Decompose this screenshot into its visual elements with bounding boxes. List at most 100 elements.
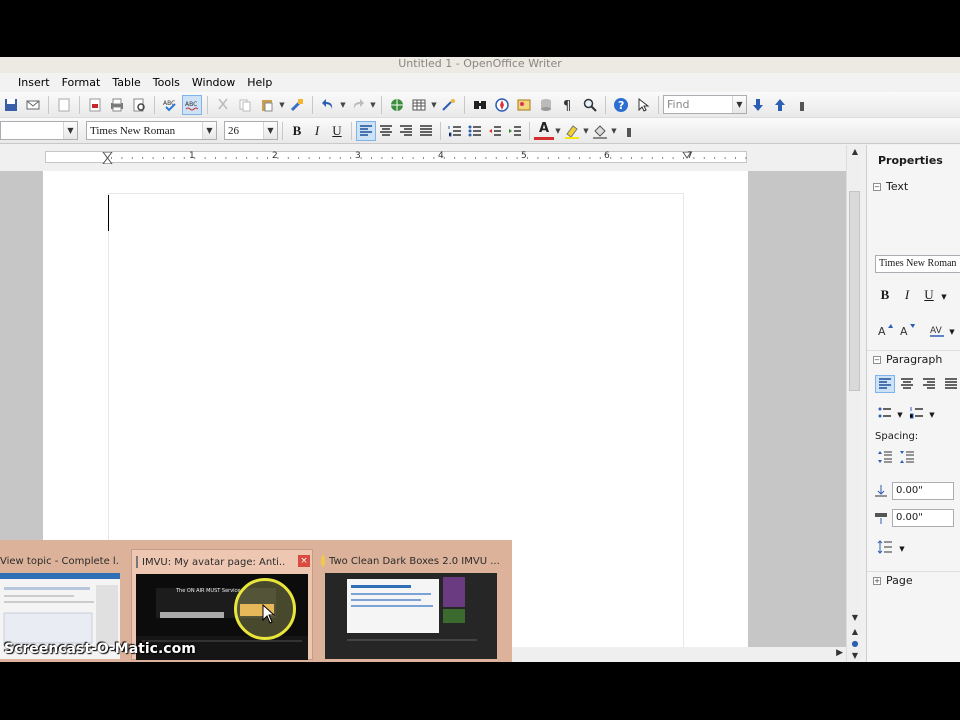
chevron-down-icon[interactable]: ▼: [897, 540, 907, 558]
sidebar-italic-button[interactable]: I: [897, 286, 917, 304]
spacing-above-input[interactable]: 0.00": [892, 482, 954, 500]
increase-indent-button[interactable]: [505, 121, 525, 141]
gallery-icon[interactable]: [514, 95, 534, 115]
print-icon[interactable]: [107, 95, 127, 115]
sidebar-bullets-icon[interactable]: [875, 404, 895, 422]
expand-icon[interactable]: +: [873, 576, 881, 585]
shrink-font-icon[interactable]: A: [897, 321, 917, 339]
font-name-select[interactable]: Times New Roman ▼: [86, 121, 217, 140]
paragraph-style-select[interactable]: ▼: [0, 121, 78, 140]
hyperlink-icon[interactable]: [387, 95, 407, 115]
menu-format[interactable]: Format: [56, 73, 107, 92]
vertical-scrollbar[interactable]: ▲ ▼ ▲ ● ▼: [846, 145, 862, 662]
chevron-down-icon[interactable]: ▼: [369, 101, 377, 109]
undo-icon[interactable]: [318, 95, 338, 115]
sidebar-numbering-icon[interactable]: [907, 404, 927, 422]
menu-tools[interactable]: Tools: [147, 73, 186, 92]
chevron-down-icon[interactable]: ▼: [610, 127, 618, 135]
menu-insert[interactable]: Insert: [12, 73, 56, 92]
menu-table[interactable]: Table: [106, 73, 146, 92]
table-icon[interactable]: [409, 95, 429, 115]
sidebar-font-name-input[interactable]: Times New Roman: [875, 255, 960, 273]
decrease-spacing-icon[interactable]: [897, 448, 917, 466]
line-spacing-icon[interactable]: [875, 538, 895, 556]
previous-page-icon[interactable]: ▲: [849, 627, 861, 639]
sidebar-bold-button[interactable]: B: [875, 286, 895, 304]
numbering-button[interactable]: [445, 121, 465, 141]
collapse-icon[interactable]: −: [873, 355, 881, 364]
character-spacing-icon[interactable]: AV: [927, 321, 947, 339]
chevron-down-icon[interactable]: ▼: [63, 122, 77, 139]
edit-file-icon[interactable]: [54, 95, 74, 115]
zoom-icon[interactable]: [580, 95, 600, 115]
font-color-button[interactable]: A: [534, 122, 554, 140]
draw-functions-icon[interactable]: [439, 95, 459, 115]
toolbar-overflow-icon[interactable]: [792, 95, 812, 115]
align-right-button[interactable]: [396, 121, 416, 141]
scrollbar-thumb[interactable]: [849, 191, 860, 391]
collapse-icon[interactable]: −: [873, 182, 881, 191]
align-center-button[interactable]: [376, 121, 396, 141]
find-previous-icon[interactable]: [770, 95, 790, 115]
ruler-bar[interactable]: 1 2 3 4 5 6 7: [45, 151, 747, 164]
chevron-down-icon[interactable]: ▼: [202, 122, 216, 139]
background-color-button[interactable]: [590, 121, 610, 141]
highlighting-button[interactable]: [562, 121, 582, 141]
autospellcheck-icon[interactable]: ABC: [182, 94, 202, 115]
chevron-down-icon[interactable]: ▼: [554, 127, 562, 135]
scroll-right-icon[interactable]: ▶: [836, 648, 843, 658]
find-next-icon[interactable]: [748, 95, 768, 115]
menu-help[interactable]: Help: [241, 73, 278, 92]
navigation-icon[interactable]: ●: [849, 639, 861, 651]
sidebar-align-right-icon[interactable]: [919, 375, 939, 393]
spellcheck-icon[interactable]: ABC: [160, 95, 180, 115]
copy-icon[interactable]: [235, 95, 255, 115]
underline-button[interactable]: U: [327, 121, 347, 141]
find-input[interactable]: Find ▼: [663, 95, 747, 114]
toolbar-overflow-icon[interactable]: [619, 121, 639, 141]
find-replace-icon[interactable]: [470, 95, 490, 115]
sidebar-underline-button[interactable]: U: [919, 286, 939, 304]
chevron-down-icon[interactable]: ▼: [582, 127, 590, 135]
redo-icon[interactable]: [348, 95, 368, 115]
page-section-header[interactable]: + Page: [873, 574, 913, 587]
text-section-header[interactable]: − Text: [873, 180, 908, 193]
data-sources-icon[interactable]: [536, 95, 556, 115]
chevron-down-icon[interactable]: ▼: [430, 101, 438, 109]
sidebar-align-center-icon[interactable]: [897, 375, 917, 393]
menu-window[interactable]: Window: [186, 73, 241, 92]
decrease-indent-button[interactable]: [485, 121, 505, 141]
chevron-down-icon[interactable]: ▼: [927, 406, 937, 424]
whats-this-icon[interactable]: [633, 95, 653, 115]
email-icon[interactable]: [23, 95, 43, 115]
help-icon[interactable]: ?: [611, 95, 631, 115]
horizontal-ruler[interactable]: 1 2 3 4 5 6 7: [0, 145, 862, 171]
chevron-down-icon[interactable]: ▼: [732, 96, 746, 113]
close-icon[interactable]: ×: [298, 555, 310, 567]
export-pdf-icon[interactable]: [85, 95, 105, 115]
bold-button[interactable]: B: [287, 121, 307, 141]
chevron-down-icon[interactable]: ▼: [339, 101, 347, 109]
paste-icon[interactable]: [257, 95, 277, 115]
paragraph-section-header[interactable]: − Paragraph: [873, 353, 942, 366]
chevron-down-icon[interactable]: ▼: [895, 406, 905, 424]
formatting-marks-icon[interactable]: ¶: [558, 95, 578, 115]
font-size-select[interactable]: 26 ▼: [224, 121, 278, 140]
increase-spacing-icon[interactable]: [875, 448, 895, 466]
next-page-icon[interactable]: ▼: [849, 651, 861, 662]
thumbnail-window-3[interactable]: Two Clean Dark Boxes 2.0 IMVU ...: [321, 549, 501, 660]
chevron-down-icon[interactable]: ▼: [939, 288, 949, 306]
chevron-down-icon[interactable]: ▼: [947, 323, 957, 341]
scroll-up-icon[interactable]: ▲: [849, 147, 861, 159]
grow-font-icon[interactable]: A: [875, 321, 895, 339]
cut-icon[interactable]: [213, 95, 233, 115]
chevron-down-icon[interactable]: ▼: [278, 101, 286, 109]
save-icon[interactable]: [1, 95, 21, 115]
spacing-below-input[interactable]: 0.00": [892, 509, 954, 527]
navigator-icon[interactable]: [492, 95, 512, 115]
bullets-button[interactable]: [465, 121, 485, 141]
chevron-down-icon[interactable]: ▼: [263, 122, 277, 139]
sidebar-align-left-icon[interactable]: [875, 375, 895, 393]
clone-formatting-icon[interactable]: [287, 95, 307, 115]
align-left-button[interactable]: [356, 120, 376, 141]
